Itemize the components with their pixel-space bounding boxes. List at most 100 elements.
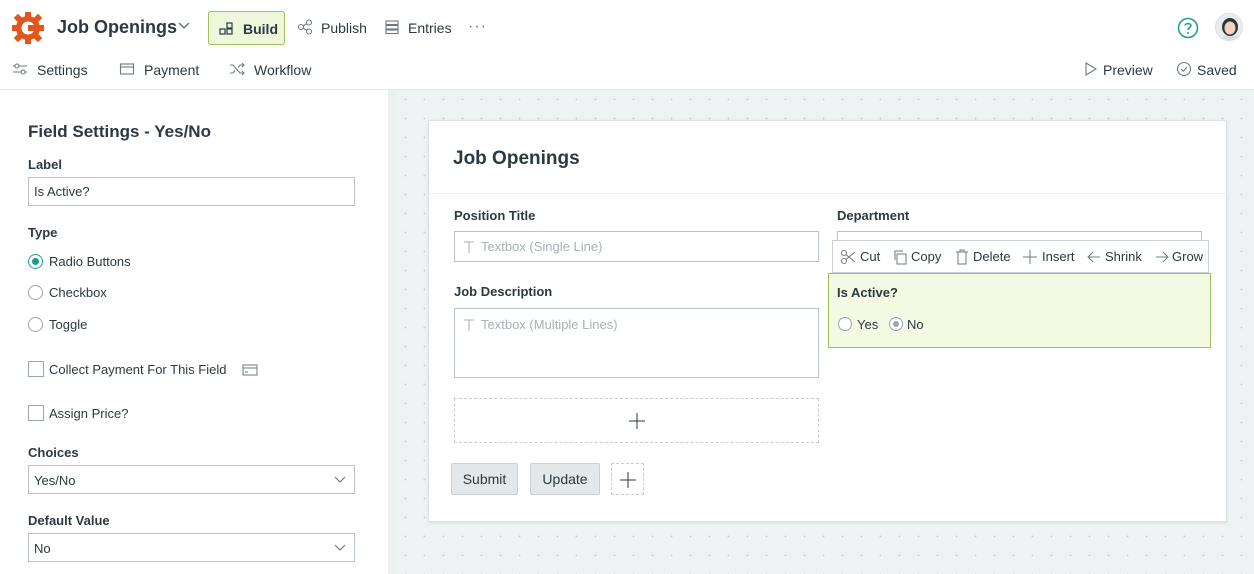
collect-payment-label: Collect Payment For This Field — [49, 362, 227, 377]
field-settings-panel: Field Settings - Yes/No Label Type Radio… — [0, 90, 388, 574]
type-heading: Type — [28, 225, 58, 240]
chevron-down-icon — [334, 544, 346, 551]
radio-icon — [28, 285, 43, 300]
is-active-field[interactable]: Is Active? Yes No — [828, 273, 1211, 348]
arrow-right-icon — [1156, 251, 1169, 263]
type-radio-buttons[interactable]: Radio Buttons — [28, 253, 168, 271]
update-button[interactable]: Update — [530, 463, 600, 495]
sub-nav-bar: Settings Payment Workflow Preview Saved — [0, 56, 1254, 90]
collect-payment-checkbox[interactable]: Collect Payment For This Field — [28, 361, 268, 379]
app-logo-icon[interactable] — [11, 11, 45, 45]
radio-selected-icon — [28, 254, 43, 269]
entries-tab[interactable]: Entries — [384, 19, 452, 37]
credit-card-icon — [242, 364, 258, 376]
submit-button[interactable]: Submit — [451, 463, 518, 495]
type-checkbox[interactable]: Checkbox — [28, 284, 168, 302]
help-icon[interactable] — [1177, 17, 1199, 39]
add-field-zone[interactable] — [454, 398, 819, 443]
shuffle-icon — [230, 62, 245, 76]
assign-price-checkbox[interactable]: Assign Price? — [28, 405, 168, 423]
check-circle-icon — [1176, 61, 1192, 77]
build-icon — [219, 22, 233, 35]
panel-title: Field Settings - Yes/No — [28, 122, 211, 141]
app-title[interactable]: Job Openings — [57, 17, 177, 38]
settings-label: Settings — [37, 62, 88, 78]
checkbox-icon — [28, 405, 44, 421]
preview-link[interactable]: Preview — [1084, 61, 1154, 79]
copy-button[interactable]: Copy — [892, 249, 942, 265]
arrow-left-icon — [1087, 251, 1100, 263]
trash-icon — [956, 249, 968, 265]
text-icon — [464, 241, 474, 253]
add-button[interactable] — [611, 463, 644, 495]
is-active-label: Is Active? — [837, 285, 898, 300]
radio-icon — [28, 317, 43, 332]
job-description-field[interactable]: Textbox (Multiple Lines) — [454, 308, 819, 378]
scissors-icon — [841, 250, 856, 264]
play-icon — [1085, 62, 1098, 76]
payment-link[interactable]: Payment — [119, 61, 201, 79]
publish-label: Publish — [321, 20, 367, 36]
grow-label: Grow — [1172, 249, 1204, 264]
chevron-down-icon — [334, 476, 346, 483]
shrink-label: Shrink — [1105, 249, 1142, 264]
type-option-label: Toggle — [49, 317, 88, 332]
type-toggle[interactable]: Toggle — [28, 316, 168, 334]
credit-card-icon — [119, 63, 135, 75]
more-menu-icon[interactable]: ··· — [468, 18, 487, 36]
delete-label: Delete — [973, 249, 1011, 264]
shrink-button[interactable]: Shrink — [1087, 249, 1143, 265]
entries-icon — [385, 20, 399, 35]
delete-button[interactable]: Delete — [955, 249, 1011, 265]
plus-icon — [1023, 250, 1037, 264]
checkbox-icon — [28, 361, 44, 377]
plus-icon — [620, 472, 636, 488]
default-value-select[interactable]: No — [28, 533, 355, 562]
is-active-option-yes[interactable]: Yes — [838, 316, 883, 332]
radio-icon — [838, 317, 852, 331]
settings-link[interactable]: Settings — [11, 61, 91, 79]
avatar[interactable] — [1215, 13, 1243, 41]
type-option-label: Checkbox — [49, 285, 107, 300]
entries-label: Entries — [408, 20, 452, 36]
choices-value: Yes/No — [34, 473, 76, 488]
field-toolbar: Cut Copy Delete Insert Shrink Grow — [832, 240, 1209, 273]
build-tab[interactable]: Build — [208, 11, 285, 45]
insert-button[interactable]: Insert — [1023, 249, 1075, 265]
department-label[interactable]: Department — [837, 208, 909, 223]
workflow-link[interactable]: Workflow — [229, 61, 317, 79]
cut-label: Cut — [860, 249, 881, 264]
label-input[interactable] — [28, 177, 355, 206]
default-value: No — [34, 541, 51, 556]
panel-scrollbar[interactable] — [388, 90, 396, 574]
form-card: Job Openings Position Title Textbox (Sin… — [428, 120, 1227, 522]
assign-price-label: Assign Price? — [49, 406, 129, 421]
position-title-label[interactable]: Position Title — [454, 208, 535, 223]
insert-label: Insert — [1042, 249, 1075, 264]
top-bar: Job Openings Build Publish Entries ··· — [0, 0, 1254, 56]
job-description-placeholder: Textbox (Multiple Lines) — [481, 317, 618, 332]
share-icon — [297, 19, 313, 35]
form-title[interactable]: Job Openings — [453, 148, 580, 170]
publish-tab[interactable]: Publish — [297, 19, 367, 37]
sliders-icon — [13, 63, 27, 75]
choices-select[interactable]: Yes/No — [28, 465, 355, 494]
option-label: Yes — [857, 317, 879, 332]
workflow-label: Workflow — [254, 62, 312, 78]
preview-label: Preview — [1103, 62, 1153, 78]
type-option-label: Radio Buttons — [49, 254, 131, 269]
grow-button[interactable]: Grow — [1155, 249, 1205, 265]
divider — [429, 193, 1226, 194]
label-heading: Label — [28, 157, 62, 172]
is-active-option-no[interactable]: No — [889, 316, 934, 332]
saved-label: Saved — [1197, 62, 1237, 78]
job-description-label[interactable]: Job Description — [454, 284, 552, 299]
position-title-field[interactable]: Textbox (Single Line) — [454, 231, 819, 262]
payment-label: Payment — [144, 62, 200, 78]
choices-heading: Choices — [28, 445, 79, 460]
copy-label: Copy — [911, 249, 942, 264]
build-label: Build — [243, 21, 278, 37]
cut-button[interactable]: Cut — [840, 249, 882, 265]
chevron-down-icon[interactable] — [177, 21, 191, 31]
saved-status: Saved — [1176, 61, 1242, 79]
